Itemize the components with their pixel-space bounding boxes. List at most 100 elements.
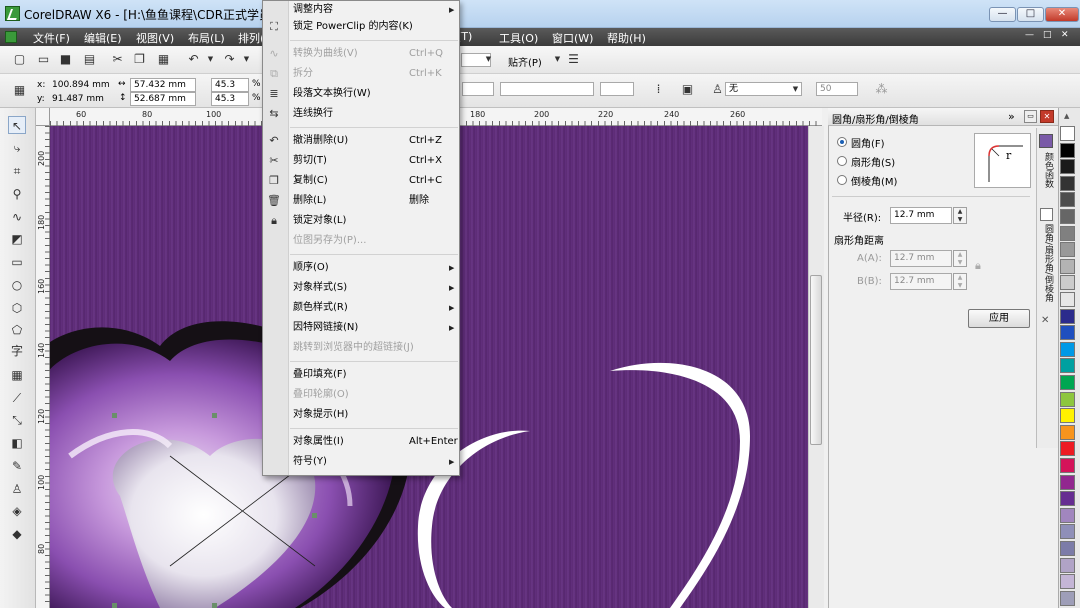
tab-color-functions[interactable]: 颜色函数 [1039, 152, 1055, 188]
context-menu-item[interactable]: 转换为曲线(V) [293, 44, 358, 64]
docker-close-icon[interactable]: ✕ [1040, 110, 1054, 123]
palette-swatch[interactable] [1060, 341, 1075, 357]
radius-spinner[interactable]: ▲ ▼ [953, 207, 967, 224]
eyedropper-tool-icon[interactable]: ✎ [8, 457, 26, 475]
zoom-tool-icon[interactable]: ⚲ [8, 185, 26, 203]
menu-view[interactable]: 视图(V) [136, 30, 174, 46]
palette-swatch[interactable] [1060, 159, 1075, 175]
text-tool-icon[interactable]: 字 [8, 342, 26, 360]
snap-to-menu[interactable]: 贴齐(P) [508, 54, 542, 69]
palette-swatch[interactable] [1060, 524, 1075, 540]
context-menu-item[interactable]: 顺序(O) [293, 258, 329, 278]
options-icon[interactable]: ☰ [566, 52, 581, 67]
palette-swatch[interactable] [1060, 391, 1075, 407]
vertical-ruler[interactable]: 200 180 160 140 120 100 80 [36, 126, 50, 608]
crop-tool-icon[interactable]: ⌗ [8, 162, 26, 180]
font-size-field[interactable] [500, 82, 594, 96]
object-origin-icon[interactable]: ▦ [12, 83, 27, 98]
outline-pen-icon[interactable]: ♙ [710, 82, 725, 97]
context-menu-item[interactable]: 复制(C) [293, 171, 328, 191]
palette-swatch[interactable] [1060, 375, 1075, 390]
context-menu-item[interactable]: 因特网链接(N) [293, 318, 358, 338]
doc-minimize-button[interactable]: — [1025, 30, 1034, 40]
text-direction-icon[interactable]: ⁞ [651, 82, 666, 97]
palette-swatch[interactable] [1060, 458, 1075, 473]
palette-swatch[interactable] [1060, 292, 1075, 307]
apply-button[interactable]: 应用 [968, 309, 1030, 328]
context-menu-item[interactable]: 符号(Y) [293, 452, 327, 472]
undo-icon[interactable]: ↶ [186, 52, 201, 67]
palette-up-arrow-icon[interactable]: ▲ [1064, 112, 1069, 120]
context-menu-item[interactable]: 拆分 [293, 64, 313, 84]
lock-ratio-icon[interactable]: 🔒︎ [975, 259, 981, 273]
context-menu-item[interactable]: 剪切(T) [293, 151, 327, 171]
palette-swatch[interactable] [1060, 491, 1075, 507]
blend-tool-icon[interactable]: ◧ [8, 434, 26, 452]
context-menu-item[interactable]: 对象样式(S) [293, 278, 347, 298]
context-menu-item[interactable]: 锁定对象(L) [293, 211, 346, 231]
snap-dropdown-icon[interactable]: ▼ [550, 52, 565, 67]
palette-swatch[interactable] [1060, 474, 1075, 490]
scrollbar-thumb[interactable] [810, 275, 822, 445]
fill-tool-icon[interactable]: ◈ [8, 502, 26, 520]
palette-swatch[interactable] [1060, 557, 1075, 573]
menu-edit[interactable]: 编辑(E) [84, 30, 122, 46]
ellipse-tool-icon[interactable]: ○ [8, 276, 26, 294]
scallop-radio[interactable] [837, 156, 847, 166]
rectangle-tool-icon[interactable]: ▭ [8, 253, 26, 271]
palette-swatch[interactable] [1060, 126, 1075, 141]
a-distance-spinner[interactable]: ▲ ▼ [953, 250, 967, 267]
palette-swatch[interactable] [1060, 408, 1075, 424]
palette-swatch[interactable] [1060, 590, 1075, 606]
docker-minimize-icon[interactable]: ▭ [1024, 110, 1037, 123]
dimension-tool-icon[interactable]: ⟋ [8, 389, 26, 407]
b-distance-spinner[interactable]: ▲ ▼ [953, 273, 967, 290]
paste-icon[interactable]: ▦ [156, 52, 171, 67]
menu-window[interactable]: 窗口(W) [552, 30, 593, 46]
basic-shapes-icon[interactable]: ⬠ [8, 321, 26, 339]
ruler-origin[interactable] [36, 108, 50, 126]
a-distance-field[interactable]: 12.7 mm [890, 250, 952, 267]
open-icon[interactable]: ▭ [36, 52, 51, 67]
tab-icon[interactable] [1040, 208, 1053, 221]
context-menu-item[interactable]: 叠印轮廓(O) [293, 385, 349, 405]
tab-fillet-scallop-chamfer[interactable]: 圆角/扇形角/倒棱角 [1039, 224, 1055, 302]
color-swatch-icon[interactable] [1039, 134, 1053, 148]
cut-icon[interactable]: ✂ [110, 52, 125, 67]
doc-restore-button[interactable]: □ [1043, 30, 1052, 40]
save-icon[interactable]: ■ [58, 52, 73, 67]
context-menu-item[interactable]: 段落文本换行(W) [293, 84, 371, 104]
palette-swatch[interactable] [1060, 142, 1075, 158]
palette-swatch[interactable] [1060, 308, 1075, 324]
width-field[interactable]: 57.432 mm [130, 78, 196, 92]
font-field[interactable] [462, 82, 494, 96]
palette-swatch[interactable] [1060, 275, 1075, 291]
context-menu-item[interactable]: 删除(L) [293, 191, 326, 211]
freehand-tool-icon[interactable]: ∿ [8, 208, 26, 226]
close-button[interactable]: ✕ [1045, 7, 1079, 22]
palette-swatch[interactable] [1060, 441, 1075, 457]
palette-swatch[interactable] [1060, 242, 1075, 258]
height-field[interactable]: 52.687 mm [130, 92, 196, 106]
menu-file[interactable]: 文件(F) [33, 30, 70, 46]
zoom-dropdown-icon[interactable]: ▼ [481, 52, 496, 67]
docker-collapse-icon[interactable]: » [1008, 110, 1015, 123]
new-icon[interactable]: ▢ [12, 52, 27, 67]
radius-field[interactable]: 12.7 mm [890, 207, 952, 224]
y-position-field[interactable]: 91.487 mm [48, 92, 112, 106]
interactive-fill-icon[interactable]: ◆ [8, 525, 26, 543]
maximize-button[interactable]: □ [1017, 7, 1044, 22]
context-menu-item[interactable]: 对象提示(H) [293, 405, 348, 425]
tabs-close-icon[interactable]: ✕ [1041, 315, 1049, 326]
menu-arrange[interactable]: 排列( [238, 30, 264, 46]
redo-icon[interactable]: ↷ [222, 52, 237, 67]
document-icon[interactable] [5, 31, 17, 43]
context-menu-item[interactable]: 连线换行 [293, 104, 333, 124]
context-menu-item[interactable]: 颜色样式(R) [293, 298, 348, 318]
polygon-tool-icon[interactable]: ⬡ [8, 299, 26, 317]
doc-close-button[interactable]: ✕ [1061, 30, 1069, 40]
nudge-field[interactable]: 50 [816, 82, 858, 96]
context-menu-item[interactable]: 对象属性(I) [293, 432, 344, 452]
wrap-icon[interactable]: ▣ [680, 82, 695, 97]
palette-swatch[interactable] [1060, 209, 1075, 224]
